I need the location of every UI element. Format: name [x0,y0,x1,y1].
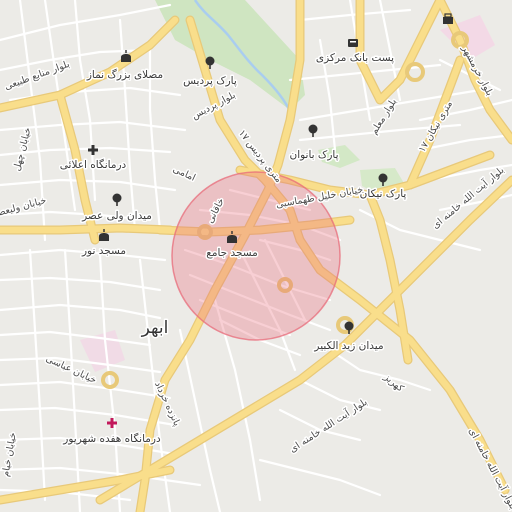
poi-label-valiasr: میدان ولی عصر [81,210,152,222]
poi-label-pardis: پارک پردیس [183,75,237,87]
bank-icon [348,39,358,47]
poi-label-jame: مسجد جامع [206,247,258,259]
poi-label-banovan: پارک بانوان [289,149,338,161]
poi-label-hefdah: درمانگاه هفده شهریور [62,432,161,445]
map-canvas[interactable]: بلوار منابع طبیعی بلوار پردیس ۱۷ متری پر… [0,0,512,512]
poi-label-mosalla: مصلای بزرگ نماز [86,67,163,81]
poi-label-noor: مسجد نور [81,245,126,257]
map-view[interactable]: بلوار منابع طبیعی بلوار پردیس ۱۷ متری پر… [0,0,512,512]
poi-label-nikan: پارک نیکان [360,188,407,200]
city-label: ابهر [141,318,169,338]
poi-label-zeid: میدان زید الکبیر [313,340,383,352]
poi-label-alaei: درمانگاه اعلائی [60,158,127,171]
poi-label-post: پست بانک مرکزی [316,52,394,64]
